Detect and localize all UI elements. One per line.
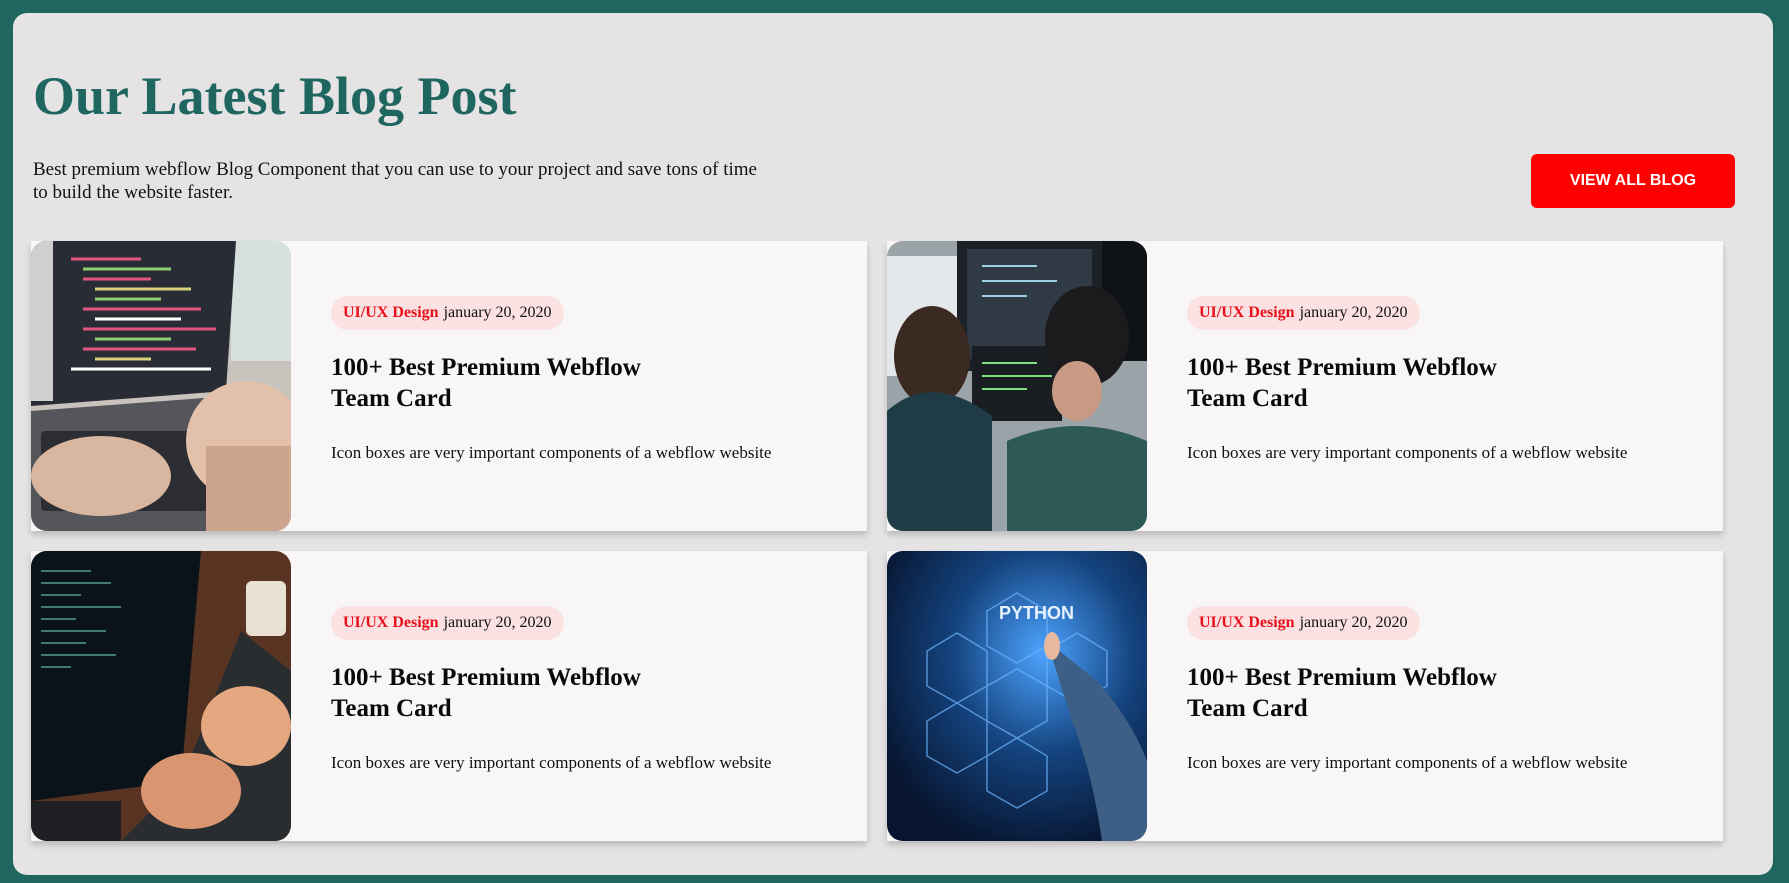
blog-card-image-python[interactable]: PYTHON <box>887 551 1147 841</box>
post-title[interactable]: 100+ Best Premium Webflow Team Card <box>1187 662 1547 724</box>
post-category[interactable]: UI/UX Design <box>343 304 439 322</box>
post-meta: UI/UX Design january 20, 2020 <box>1187 296 1420 330</box>
post-date: january 20, 2020 <box>443 614 552 631</box>
post-title[interactable]: 100+ Best Premium Webflow Team Card <box>1187 352 1547 414</box>
post-category[interactable]: UI/UX Design <box>1199 304 1295 322</box>
laptop-code-photo <box>31 241 291 531</box>
blog-card-image-laptop-code[interactable] <box>31 241 291 531</box>
post-category[interactable]: UI/UX Design <box>343 614 439 632</box>
typing-laptop-coffee-photo <box>31 551 291 841</box>
view-all-blog-button[interactable]: VIEW ALL BLOG <box>1531 154 1735 208</box>
blog-card-image-typing-laptop[interactable] <box>31 551 291 841</box>
post-date: january 20, 2020 <box>1299 304 1408 321</box>
post-meta: UI/UX Design january 20, 2020 <box>331 296 564 330</box>
page-title: Our Latest Blog Post <box>33 66 517 126</box>
post-title[interactable]: 100+ Best Premium Webflow Team Card <box>331 662 691 724</box>
blog-card[interactable]: UI/UX Design january 20, 2020 100+ Best … <box>31 551 867 841</box>
post-description: Icon boxes are very important components… <box>331 443 772 462</box>
section-description: Best premium webflow Blog Component that… <box>33 159 757 203</box>
blog-card-image-developers[interactable] <box>887 241 1147 531</box>
blog-card[interactable]: PYTHON UI/UX Design january 20, 2020 100… <box>887 551 1723 841</box>
blog-card[interactable]: UI/UX Design january 20, 2020 100+ Best … <box>31 241 867 531</box>
post-title[interactable]: 100+ Best Premium Webflow Team Card <box>331 352 691 414</box>
python-image-text: PYTHON <box>999 603 1074 623</box>
blog-card[interactable]: UI/UX Design january 20, 2020 100+ Best … <box>887 241 1723 531</box>
python-touchscreen-photo: PYTHON <box>887 551 1147 841</box>
post-description: Icon boxes are very important components… <box>1187 443 1628 462</box>
post-category[interactable]: UI/UX Design <box>1199 614 1295 632</box>
post-meta: UI/UX Design january 20, 2020 <box>331 606 564 640</box>
post-date: january 20, 2020 <box>1299 614 1408 631</box>
post-description: Icon boxes are very important components… <box>1187 753 1628 772</box>
post-description: Icon boxes are very important components… <box>331 753 772 772</box>
post-meta: UI/UX Design january 20, 2020 <box>1187 606 1420 640</box>
developers-monitors-photo <box>887 241 1147 531</box>
post-date: january 20, 2020 <box>443 304 552 321</box>
